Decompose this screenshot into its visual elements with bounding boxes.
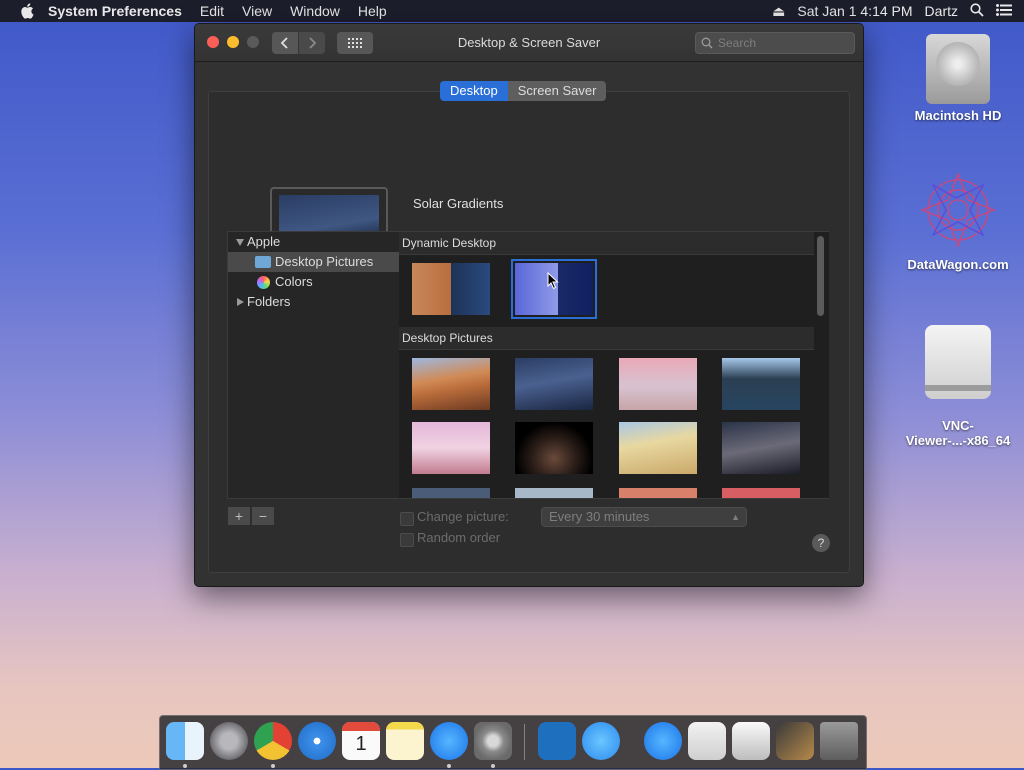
random-order-label: Random order xyxy=(417,530,501,545)
dock-safari[interactable] xyxy=(298,722,336,760)
add-folder-button[interactable]: + xyxy=(228,507,250,525)
menu-clock[interactable]: Sat Jan 1 4:14 PM xyxy=(797,3,912,19)
sidebar-label: Folders xyxy=(247,294,291,309)
hard-drive-icon xyxy=(926,34,990,104)
wallpaper-thumb[interactable] xyxy=(722,488,800,498)
title-bar[interactable]: Desktop & Screen Saver Search xyxy=(195,24,863,62)
color-wheel-icon xyxy=(257,276,270,289)
eject-icon[interactable]: ⏏ xyxy=(772,3,785,20)
wallpaper-thumb[interactable] xyxy=(515,488,593,498)
wallpaper-thumb[interactable] xyxy=(722,358,800,410)
wallpaper-thumb[interactable] xyxy=(515,422,593,474)
running-indicator xyxy=(183,764,187,768)
desktop-icon-label: DataWagon.com xyxy=(907,257,1009,272)
sidebar-label: Apple xyxy=(247,234,281,249)
wallpaper-thumb[interactable] xyxy=(412,422,490,474)
tab-control: Desktop Screen Saver xyxy=(440,81,607,101)
mouse-pointer-icon xyxy=(547,272,559,290)
section-header-dynamic: Dynamic Desktop xyxy=(399,232,814,255)
menu-edit[interactable]: Edit xyxy=(200,3,224,19)
dock: 1 xyxy=(159,715,867,770)
content-panel: Solar Gradients Apple Desktop Pictures C… xyxy=(208,91,850,573)
menu-user[interactable]: Dartz xyxy=(925,3,958,19)
source-list: Apple Desktop Pictures Colors Folders xyxy=(227,231,400,499)
sidebar-item-desktop-pictures[interactable]: Desktop Pictures xyxy=(228,252,399,272)
wallpaper-gallery: Dynamic Desktop Desktop Pictures xyxy=(399,231,829,499)
disclosure-closed-icon[interactable] xyxy=(237,298,244,306)
menu-app-name[interactable]: System Preferences xyxy=(48,3,182,19)
dock-launchpad[interactable] xyxy=(210,722,248,760)
dock-notes[interactable] xyxy=(386,722,424,760)
apple-menu-icon[interactable] xyxy=(20,3,34,19)
dock-separator xyxy=(524,724,525,760)
dock-photos-stack[interactable] xyxy=(776,722,814,760)
calendar-day: 1 xyxy=(355,733,367,755)
dock-app-store[interactable] xyxy=(430,722,468,760)
wallpaper-thumb[interactable] xyxy=(619,422,697,474)
running-indicator xyxy=(491,764,495,768)
remove-folder-button[interactable]: − xyxy=(252,507,274,525)
dock-app-store-download[interactable] xyxy=(644,722,682,760)
sidebar-label: Desktop Pictures xyxy=(275,254,374,269)
search-icon xyxy=(701,37,713,49)
change-picture-checkbox[interactable] xyxy=(400,512,414,526)
wallpaper-thumb-mojave-dynamic[interactable] xyxy=(412,263,490,315)
wallpaper-thumb[interactable] xyxy=(619,358,697,410)
wallpaper-thumb[interactable] xyxy=(722,422,800,474)
desktop-icon-macintosh-hd[interactable]: Macintosh HD xyxy=(898,34,1018,123)
desktop-icon-vnc-viewer[interactable]: VNC- Viewer-...-x86_64 xyxy=(898,310,1018,463)
dock-calendar[interactable]: 1 xyxy=(342,722,380,760)
interval-popup[interactable]: Every 30 minutes ▲ xyxy=(541,507,747,527)
dock-vnc-viewer[interactable] xyxy=(538,722,576,760)
desktop-icon-datawagon[interactable]: DataWagon.com xyxy=(898,170,1018,272)
sidebar-label: Colors xyxy=(275,274,313,289)
desktop-icon-label: VNC- Viewer-...-x86_64 xyxy=(905,418,1011,448)
disk-image-icon xyxy=(925,325,991,399)
dock-messages[interactable] xyxy=(582,722,620,760)
help-button[interactable]: ? xyxy=(812,534,830,552)
notification-center-icon[interactable] xyxy=(996,3,1012,19)
preferences-window: Desktop & Screen Saver Search Desktop Sc… xyxy=(194,23,864,587)
gallery-scrollbar[interactable] xyxy=(817,236,824,316)
spotlight-icon[interactable] xyxy=(970,2,984,20)
running-indicator xyxy=(271,764,275,768)
change-picture-label: Change picture: xyxy=(417,509,509,524)
menu-help[interactable]: Help xyxy=(358,3,387,19)
menu-window[interactable]: Window xyxy=(290,3,340,19)
sidebar-item-colors[interactable]: Colors xyxy=(228,272,399,292)
interval-value: Every 30 minutes xyxy=(549,509,650,524)
dock-system-preferences[interactable] xyxy=(474,722,512,760)
dock-finder[interactable] xyxy=(166,722,204,760)
sidebar-group-folders[interactable]: Folders xyxy=(228,292,399,312)
wallpaper-thumb[interactable] xyxy=(412,358,490,410)
dock-preview[interactable] xyxy=(688,722,726,760)
dock-trash[interactable] xyxy=(820,722,858,760)
search-field[interactable]: Search xyxy=(695,32,855,54)
dock-screenshot[interactable] xyxy=(732,722,770,760)
updown-chevron-icon: ▲ xyxy=(731,512,740,522)
menu-bar: System Preferences Edit View Window Help… xyxy=(0,0,1024,22)
random-order-checkbox[interactable] xyxy=(400,533,414,547)
running-indicator xyxy=(447,764,451,768)
disclosure-open-icon[interactable] xyxy=(236,239,244,246)
folder-icon xyxy=(255,256,271,268)
wallpaper-thumb[interactable] xyxy=(412,488,490,498)
sidebar-group-apple[interactable]: Apple xyxy=(228,232,399,252)
wallpaper-thumb[interactable] xyxy=(619,488,697,498)
menu-view[interactable]: View xyxy=(242,3,272,19)
wallpaper-thumb[interactable] xyxy=(515,358,593,410)
dock-chrome[interactable] xyxy=(254,722,292,760)
tab-desktop[interactable]: Desktop xyxy=(440,81,508,101)
wallpaper-name: Solar Gradients xyxy=(413,196,504,211)
desktop-icon-label: Macintosh HD xyxy=(914,108,1002,123)
search-placeholder: Search xyxy=(718,36,757,50)
tab-screen-saver[interactable]: Screen Saver xyxy=(507,81,607,101)
mandala-icon xyxy=(920,172,996,248)
section-header-pictures: Desktop Pictures xyxy=(399,327,814,350)
